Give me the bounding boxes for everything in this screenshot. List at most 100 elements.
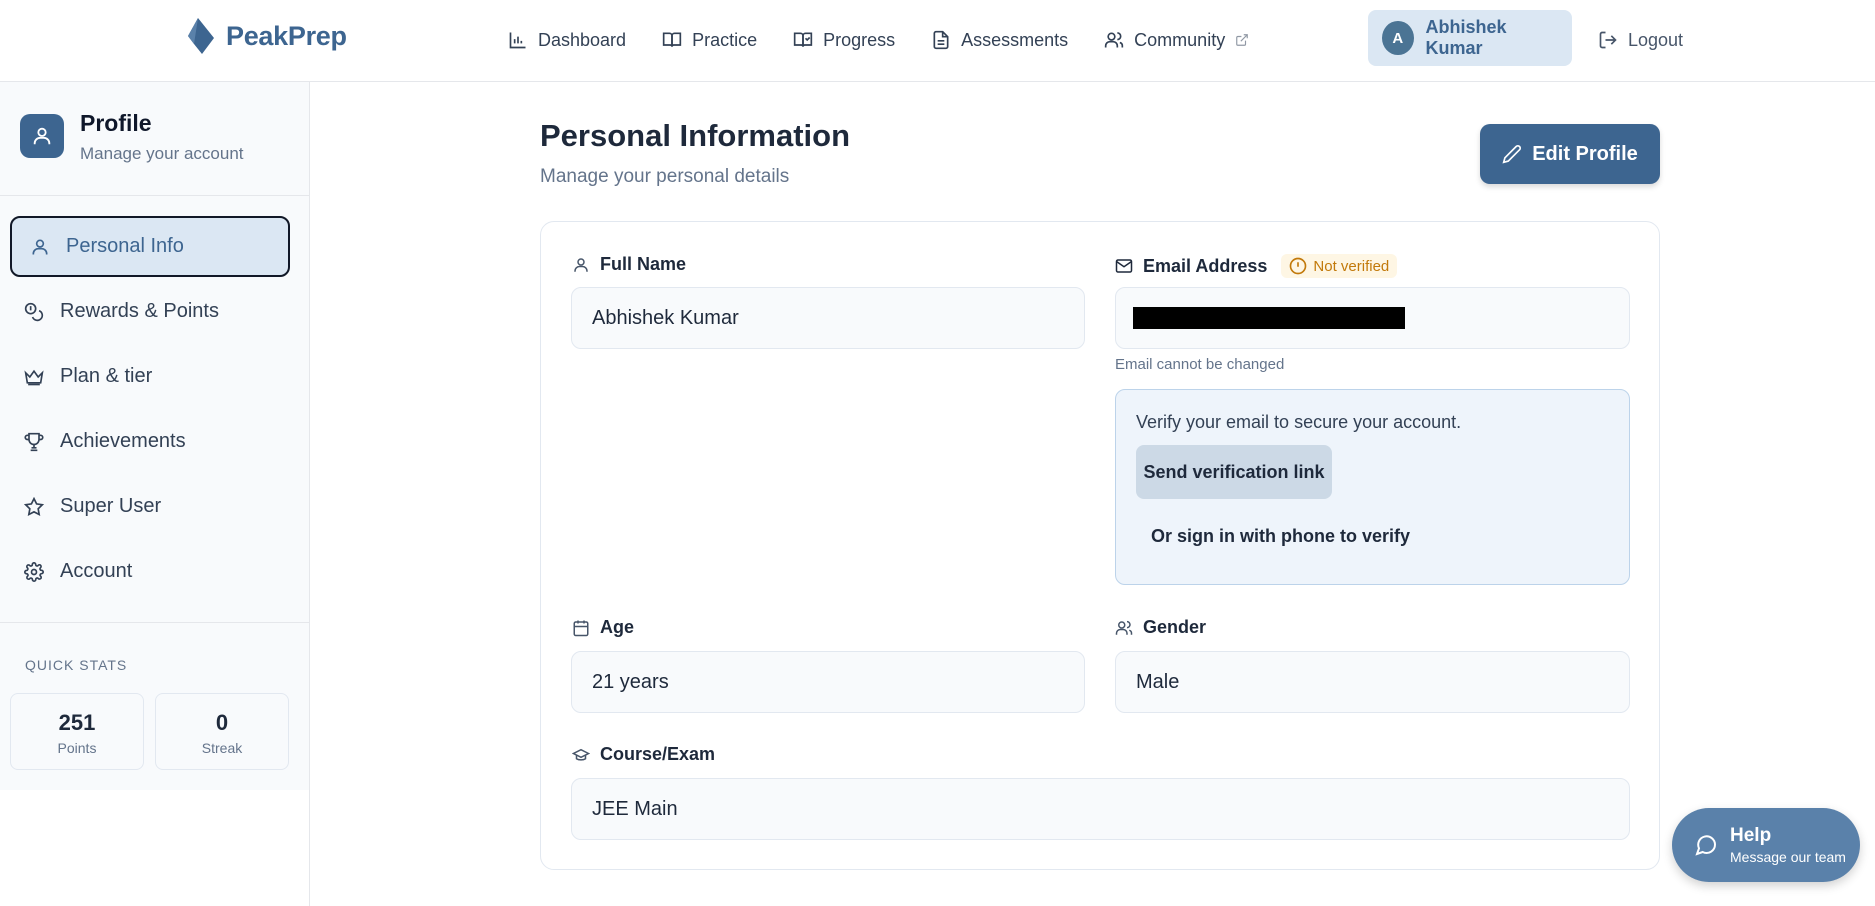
crown-icon — [24, 369, 44, 385]
nav-practice[interactable]: Practice — [644, 22, 775, 58]
edit-profile-button[interactable]: Edit Profile — [1480, 124, 1660, 184]
nav-label: Practice — [692, 29, 758, 50]
trophy-icon — [24, 432, 44, 451]
message-circle-icon — [1695, 835, 1717, 856]
nav-community[interactable]: Community — [1086, 22, 1267, 58]
quick-stats-label: QUICK STATS — [25, 657, 128, 673]
status-badge: Not verified — [1281, 254, 1398, 278]
nav-label: Progress — [823, 29, 896, 50]
sidebar-item-achievements[interactable]: Achievements — [10, 411, 290, 472]
sidebar-title: Profile — [80, 110, 152, 136]
nav-assessments[interactable]: Assessments — [913, 22, 1086, 58]
sidebar-item-label: Achievements — [60, 430, 186, 452]
nav-label: Community — [1134, 29, 1226, 50]
sidebar-footer — [0, 790, 309, 906]
full-name-label-text: Full Name — [600, 254, 687, 274]
book-open-icon — [662, 32, 682, 47]
stat-label: Streak — [201, 740, 243, 756]
sidebar-item-super-user[interactable]: Super User — [10, 476, 290, 537]
book-check-icon — [793, 32, 813, 47]
phone-verify-link[interactable]: Or sign in with phone to verify — [1151, 526, 1410, 547]
send-verification-button[interactable]: Send verification link — [1136, 445, 1332, 499]
star-icon — [24, 496, 44, 516]
users-icon — [1105, 32, 1124, 48]
redacted-email — [1133, 307, 1405, 329]
email-field — [1115, 287, 1630, 349]
nav-progress[interactable]: Progress — [775, 22, 913, 58]
user-name: Abhishek Kumar — [1425, 17, 1507, 58]
email-hint: Email cannot be changed — [1115, 356, 1285, 373]
external-link-icon — [1236, 34, 1249, 46]
page-title: Personal Information — [540, 118, 851, 153]
full-name-field[interactable]: Abhishek Kumar — [571, 287, 1085, 349]
email-label-text: Email Address — [1143, 255, 1268, 276]
course-field[interactable]: JEE Main — [571, 778, 1630, 840]
users-icon — [1115, 620, 1133, 635]
mail-icon — [1115, 259, 1133, 273]
stat-streak: 0 Streak — [155, 693, 289, 770]
quick-stats: QUICK STATS 251 Points 0 Streak — [0, 622, 309, 770]
sidebar-subtitle: Manage your account — [80, 144, 244, 163]
stat-label: Points — [57, 740, 97, 756]
coins-icon — [24, 302, 44, 321]
gear-icon — [24, 561, 44, 582]
verify-text: Verify your email to secure your account… — [1136, 412, 1462, 432]
sidebar-item-rewards[interactable]: Rewards & Points — [10, 281, 290, 342]
stat-value: 251 — [58, 710, 96, 735]
stat-points: 251 Points — [10, 693, 144, 770]
pencil-icon — [1502, 145, 1522, 164]
gender-label-text: Gender — [1143, 617, 1207, 637]
sidebar-item-plan[interactable]: Plan & tier — [10, 346, 290, 407]
help-subtitle: Message our team — [1730, 849, 1846, 865]
logout-icon — [1599, 31, 1617, 49]
alert-circle-icon — [1290, 257, 1307, 275]
sidebar-item-account[interactable]: Account — [10, 541, 290, 602]
help-text: Help Message our team — [1730, 825, 1846, 865]
logout-button[interactable]: Logout — [1598, 22, 1683, 58]
peak-logo-icon — [188, 18, 214, 54]
sidebar-header: Profile Manage your account — [0, 82, 309, 196]
sidebar-item-label: Personal Info — [66, 235, 184, 257]
sidebar-item-label: Rewards & Points — [60, 300, 219, 322]
sidebar-item-personal-info[interactable]: Personal Info — [10, 216, 290, 277]
brand-logo[interactable]: PeakPrep — [184, 18, 347, 54]
bar-chart-icon — [509, 32, 526, 49]
edit-profile-label: Edit Profile — [1532, 142, 1638, 165]
brand-name: PeakPrep — [226, 20, 347, 51]
help-title: Help — [1730, 825, 1772, 846]
sidebar-menu: Personal Info Rewards & Points Plan & ti… — [10, 216, 290, 606]
gender-label: Gender — [1115, 617, 1206, 638]
sidebar-item-label: Account — [60, 560, 133, 582]
course-label: Course/Exam — [572, 744, 715, 765]
sidebar: Profile Manage your account Personal Inf… — [0, 82, 310, 906]
file-text-icon — [933, 30, 949, 50]
user-menu-button[interactable]: A Abhishek Kumar — [1368, 10, 1572, 66]
help-chat-button[interactable]: Help Message our team — [1672, 808, 1860, 882]
logout-label: Logout — [1628, 29, 1684, 50]
top-navbar: PeakPrep Dashboard Practice Progress Ass… — [0, 0, 1875, 82]
gender-field[interactable]: Male — [1115, 651, 1630, 713]
nav-label: Assessments — [961, 29, 1069, 50]
sidebar-item-label: Super User — [60, 495, 162, 517]
page-subtitle: Manage your personal details — [540, 166, 790, 187]
main-nav: Dashboard Practice Progress Assessments … — [490, 22, 1267, 58]
badge-text: Not verified — [1313, 257, 1390, 275]
email-label: Email Address Not verified — [1115, 254, 1398, 278]
stat-value: 0 — [215, 710, 229, 735]
age-label: Age — [572, 617, 634, 638]
age-label-text: Age — [600, 617, 635, 637]
nav-label: Dashboard — [538, 29, 627, 50]
user-icon — [33, 127, 51, 145]
calendar-icon — [573, 620, 589, 636]
age-field[interactable]: 21 years — [571, 651, 1085, 713]
graduation-cap-icon — [572, 748, 590, 761]
user-icon — [32, 239, 48, 254]
full-name-label: Full Name — [572, 254, 686, 275]
verify-email-panel: Verify your email to secure your account… — [1115, 389, 1630, 585]
nav-dashboard[interactable]: Dashboard — [490, 22, 644, 58]
course-label-text: Course/Exam — [600, 744, 716, 764]
profile-badge — [20, 114, 64, 158]
avatar: A — [1382, 21, 1414, 55]
sidebar-item-label: Plan & tier — [60, 365, 153, 387]
user-icon — [574, 257, 588, 272]
